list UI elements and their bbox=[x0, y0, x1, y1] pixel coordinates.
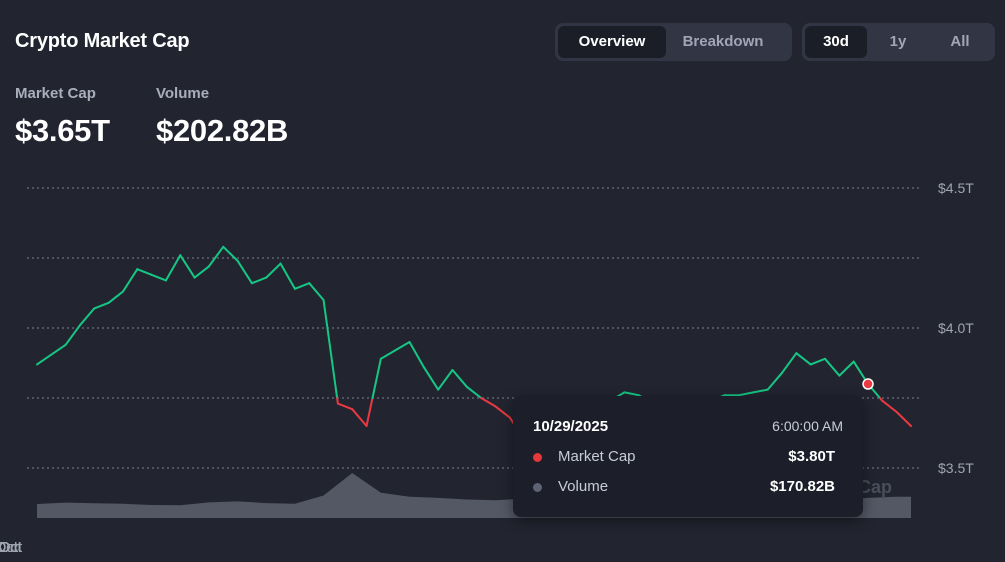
y-tick-label: $3.5T bbox=[938, 460, 974, 476]
market-cap-line-segment bbox=[365, 397, 374, 427]
tooltip-row-market-cap: Market Cap $3.80T bbox=[533, 447, 835, 467]
market-cap-line-segment bbox=[809, 357, 827, 366]
market-cap-line-segment bbox=[465, 385, 483, 399]
market-cap-line-segment bbox=[193, 265, 210, 279]
market-cap-line-segment bbox=[881, 399, 898, 413]
tooltip-time: 6:00:00 AM bbox=[772, 418, 843, 434]
tooltip-volume-value: $170.82B bbox=[769, 478, 835, 495]
market-cap-line-segment bbox=[394, 341, 411, 352]
market-cap-line-segment bbox=[494, 405, 511, 419]
market-cap-line-segment bbox=[265, 262, 282, 279]
tooltip-row-volume: Volume $170.82B bbox=[533, 477, 835, 497]
x-axis: 1 Oct3 Oct5 Oct7 Oct9 Oct11 Oct13 Oct15 … bbox=[0, 539, 23, 556]
market-cap-line-segment bbox=[322, 299, 339, 399]
market-cap-line-segment bbox=[236, 259, 253, 285]
market-cap-line-segment bbox=[480, 397, 497, 408]
market-cap-line-segment bbox=[78, 307, 96, 327]
market-cap-line-segment bbox=[207, 245, 225, 268]
hover-point-marker bbox=[862, 378, 874, 390]
market-cap-line-segment bbox=[351, 408, 368, 427]
market-cap-line-segment bbox=[623, 391, 640, 397]
market-cap-line-segment bbox=[164, 254, 182, 282]
market-cap-line-segment bbox=[408, 341, 425, 369]
market-cap-line-segment bbox=[308, 282, 325, 301]
hover-marker bbox=[862, 378, 874, 390]
y-tick-label: $4.0T bbox=[938, 320, 974, 336]
market-cap-line-segment bbox=[422, 366, 440, 391]
tooltip-date: 10/29/2025 bbox=[533, 418, 609, 435]
market-cap-line-segment bbox=[121, 268, 139, 293]
tooltip-market-cap-value: $3.80T bbox=[788, 448, 835, 465]
market-cap-line-segment bbox=[107, 290, 124, 304]
y-axis: $4.5T $4.0T $3.5T bbox=[938, 180, 974, 476]
market-cap-line-segment bbox=[36, 343, 67, 366]
market-cap-line-segment bbox=[824, 357, 841, 377]
market-cap-line-segment bbox=[781, 352, 798, 374]
market-cap-line-segment bbox=[838, 360, 855, 377]
market-cap-line-segment bbox=[222, 245, 239, 262]
market-cap-line-segment bbox=[336, 402, 354, 411]
market-cap-line-segment bbox=[752, 388, 769, 394]
market-cap-line-segment bbox=[150, 273, 167, 282]
market-cap-line-segment bbox=[379, 349, 397, 360]
volume-dot-icon bbox=[533, 483, 542, 492]
chart-tooltip: 10/29/2025 6:00:00 AM Market Cap $3.80T … bbox=[513, 396, 863, 517]
market-cap-line-segment bbox=[279, 262, 296, 290]
market-cap-line-segment bbox=[451, 369, 468, 388]
market-cap-dot-icon bbox=[533, 453, 542, 462]
x-tick-label: 29 Oct bbox=[0, 539, 23, 556]
market-cap-line-segment bbox=[371, 357, 382, 399]
market-cap-line-segment bbox=[250, 276, 268, 285]
market-cap-line-segment bbox=[93, 301, 110, 310]
market-cap-line-segment bbox=[437, 369, 454, 391]
market-cap-line-segment bbox=[766, 371, 784, 391]
market-cap-line-segment bbox=[895, 411, 912, 427]
market-cap-line-segment bbox=[136, 268, 153, 276]
market-cap-line-segment bbox=[738, 391, 755, 397]
market-cap-line-segment bbox=[795, 352, 812, 366]
market-cap-line-segment bbox=[293, 282, 311, 290]
tooltip-market-cap-label: Market Cap bbox=[558, 448, 636, 465]
y-tick-label: $4.5T bbox=[938, 180, 974, 196]
tooltip-volume-label: Volume bbox=[558, 478, 609, 495]
